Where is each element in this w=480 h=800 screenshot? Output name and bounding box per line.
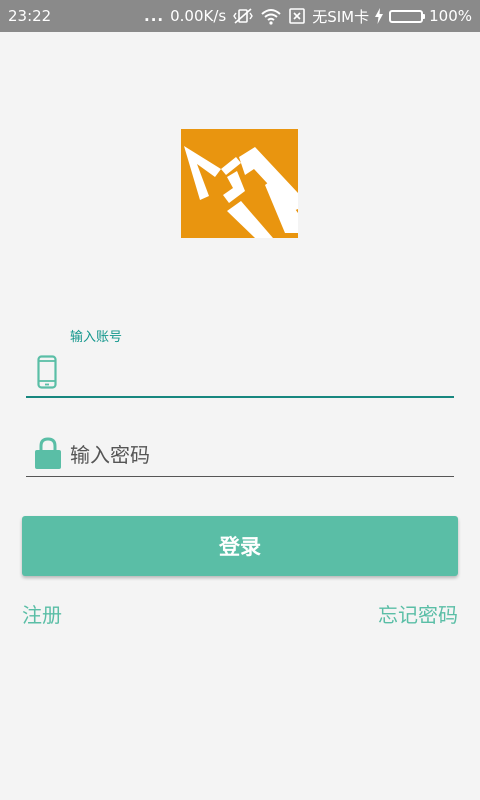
vibrate-off-icon xyxy=(232,7,254,25)
account-label: 输入账号 xyxy=(70,330,123,345)
password-underline xyxy=(26,476,454,477)
password-placeholder: 输入密码 xyxy=(70,443,150,467)
password-field[interactable]: 输入密码 xyxy=(26,422,454,477)
battery-icon xyxy=(389,9,426,23)
status-bar: 23:22 ... 0.00K/s 无SIM卡 100% xyxy=(0,0,480,32)
status-right: ... 0.00K/s 无SIM卡 100% xyxy=(144,6,472,27)
phone-icon xyxy=(37,355,57,393)
notification-dots: ... xyxy=(144,7,165,25)
forgot-password-link[interactable]: 忘记密码 xyxy=(378,599,458,628)
wifi-icon xyxy=(260,7,282,25)
charging-icon xyxy=(375,8,384,24)
lock-icon xyxy=(34,436,62,474)
network-speed: 0.00K/s xyxy=(170,7,227,25)
sim-status: 无SIM卡 xyxy=(312,7,370,26)
login-button[interactable]: 登录 xyxy=(22,516,458,576)
account-field[interactable]: 输入账号 xyxy=(26,322,454,398)
battery-percent: 100% xyxy=(429,7,472,25)
account-underline xyxy=(26,396,454,398)
register-link[interactable]: 注册 xyxy=(22,599,62,628)
account-input[interactable] xyxy=(70,352,444,394)
no-sim-icon xyxy=(288,7,306,25)
status-time: 23:22 xyxy=(8,7,52,25)
app-logo xyxy=(181,129,298,238)
